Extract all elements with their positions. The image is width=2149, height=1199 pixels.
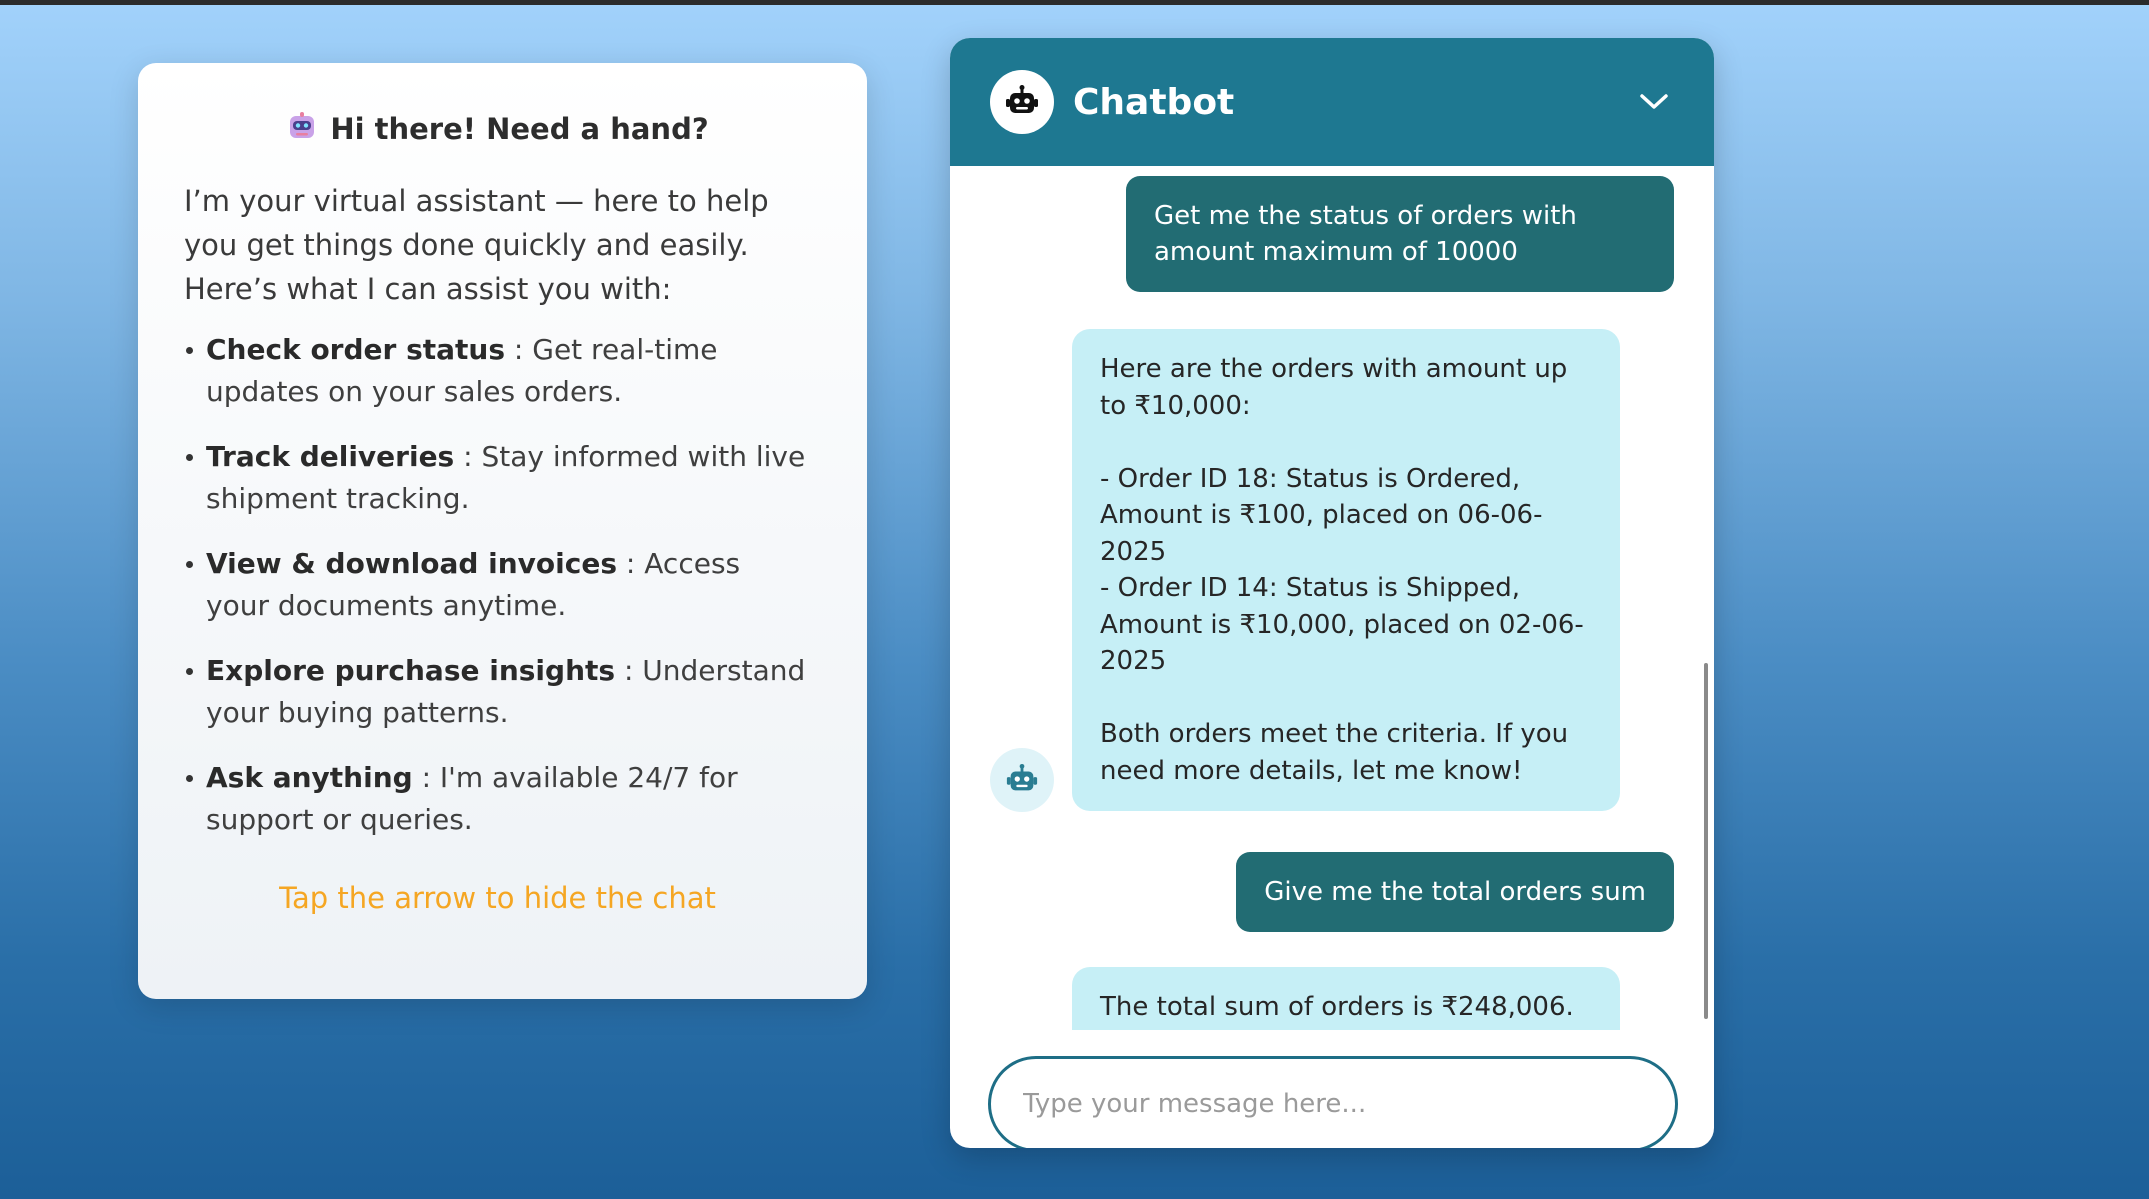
robot-emoji-icon [286,110,318,149]
bot-avatar [990,748,1054,812]
feature-item-order-status: Check order status : Get real-time updat… [184,329,811,413]
message-scrollbar[interactable] [1704,663,1708,1019]
bot-message: The total sum of orders is ₹248,006. [1072,967,1620,1030]
message-list[interactable]: Get me the status of orders with amount … [950,166,1714,1030]
message-input-wrapper [988,1056,1678,1148]
hide-chat-hint: Tap the arrow to hide the chat [279,881,716,915]
window-top-border [0,0,2149,5]
feature-list: Check order status : Get real-time updat… [184,329,811,841]
user-message: Get me the status of orders with amount … [1126,176,1674,292]
user-message: Give me the total orders sum [1236,852,1674,932]
bot-message: Here are the orders with amount up to ₹1… [1072,329,1620,811]
feature-item-invoices: View & download invoices : Access your d… [184,543,811,627]
info-title-text: Hi there! Need a hand? [330,112,709,146]
chevron-down-icon[interactable] [1634,82,1674,122]
feature-item-ask-anything: Ask anything : I'm available 24/7 for su… [184,757,811,841]
chatbot-widget: Chatbot Get me the status of orders with… [950,38,1714,1148]
assistant-info-card: Hi there! Need a hand? I’m your virtual … [138,63,867,999]
feature-item-deliveries: Track deliveries : Stay informed with li… [184,436,811,520]
info-intro: I’m your virtual assistant — here to hel… [184,184,769,306]
info-title: Hi there! Need a hand? [184,109,811,149]
chat-header: Chatbot [950,38,1714,166]
robot-icon [990,70,1054,134]
chat-title: Chatbot [1073,81,1235,123]
message-input[interactable] [988,1056,1678,1148]
feature-item-insights: Explore purchase insights : Understand y… [184,650,811,734]
